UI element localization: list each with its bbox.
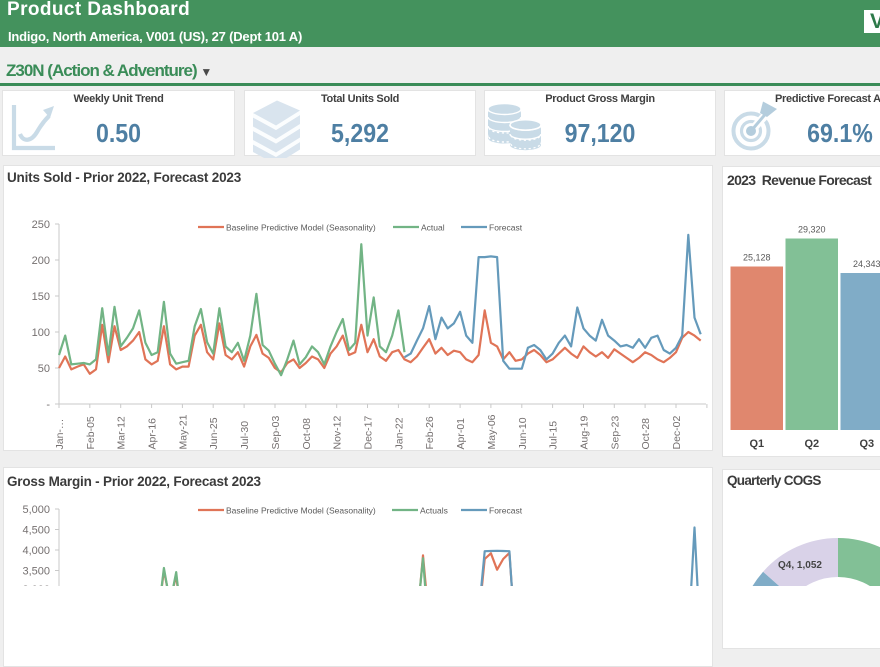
svg-text:Mar-12: Mar-12: [116, 416, 128, 449]
svg-text:150: 150: [32, 291, 50, 303]
svg-text:200: 200: [32, 255, 50, 267]
svg-text:Jul-15: Jul-15: [548, 421, 560, 450]
svg-text:-: -: [46, 399, 50, 411]
svg-text:5,000: 5,000: [22, 504, 50, 516]
svg-text:250: 250: [32, 219, 50, 231]
svg-text:Baseline Predictive Model (Sea: Baseline Predictive Model (Seasonality): [226, 506, 376, 516]
svg-text:Q3: Q3: [859, 438, 874, 450]
svg-text:Oct-08: Oct-08: [301, 418, 313, 450]
svg-text:Forecast: Forecast: [489, 506, 523, 516]
svg-text:Jun-10: Jun-10: [517, 417, 529, 449]
svg-text:Aug-19: Aug-19: [579, 415, 591, 449]
svg-text:Apr-16: Apr-16: [147, 418, 159, 450]
svg-text:Oct-28: Oct-28: [640, 418, 652, 450]
svg-text:29,320: 29,320: [798, 225, 826, 235]
svg-text:Actual: Actual: [421, 223, 445, 233]
svg-text:Sep-23: Sep-23: [609, 415, 621, 449]
svg-text:Actuals: Actuals: [420, 506, 448, 516]
svg-text:Dec-02: Dec-02: [671, 415, 683, 449]
svg-text:Feb-26: Feb-26: [424, 416, 436, 449]
svg-text:4,000: 4,000: [22, 545, 50, 557]
svg-text:Baseline Predictive Model (Sea: Baseline Predictive Model (Seasonality): [226, 223, 376, 233]
svg-text:Jan-…: Jan-…: [54, 419, 66, 450]
svg-text:Jul-30: Jul-30: [239, 421, 251, 450]
svg-text:Sep-03: Sep-03: [270, 415, 282, 449]
svg-text:3,500: 3,500: [22, 566, 50, 578]
svg-text:Jun-25: Jun-25: [208, 417, 220, 449]
svg-text:Nov-12: Nov-12: [332, 415, 344, 449]
svg-text:Apr-01: Apr-01: [455, 418, 467, 450]
svg-text:Q4, 1,052: Q4, 1,052: [778, 560, 822, 571]
svg-text:May-21: May-21: [177, 414, 189, 449]
svg-text:25,128: 25,128: [743, 253, 771, 263]
svg-text:100: 100: [32, 327, 50, 339]
svg-text:Q2: Q2: [804, 438, 819, 450]
svg-text:Feb-05: Feb-05: [85, 416, 97, 449]
svg-text:Forecast: Forecast: [489, 223, 523, 233]
svg-text:Q1: Q1: [749, 438, 764, 450]
svg-text:4,500: 4,500: [22, 525, 50, 537]
svg-text:May-06: May-06: [486, 414, 498, 449]
svg-text:Dec-17: Dec-17: [363, 415, 375, 449]
svg-text:50: 50: [38, 363, 50, 375]
svg-text:Jan-22: Jan-22: [393, 417, 405, 449]
svg-text:24,343: 24,343: [853, 259, 880, 269]
